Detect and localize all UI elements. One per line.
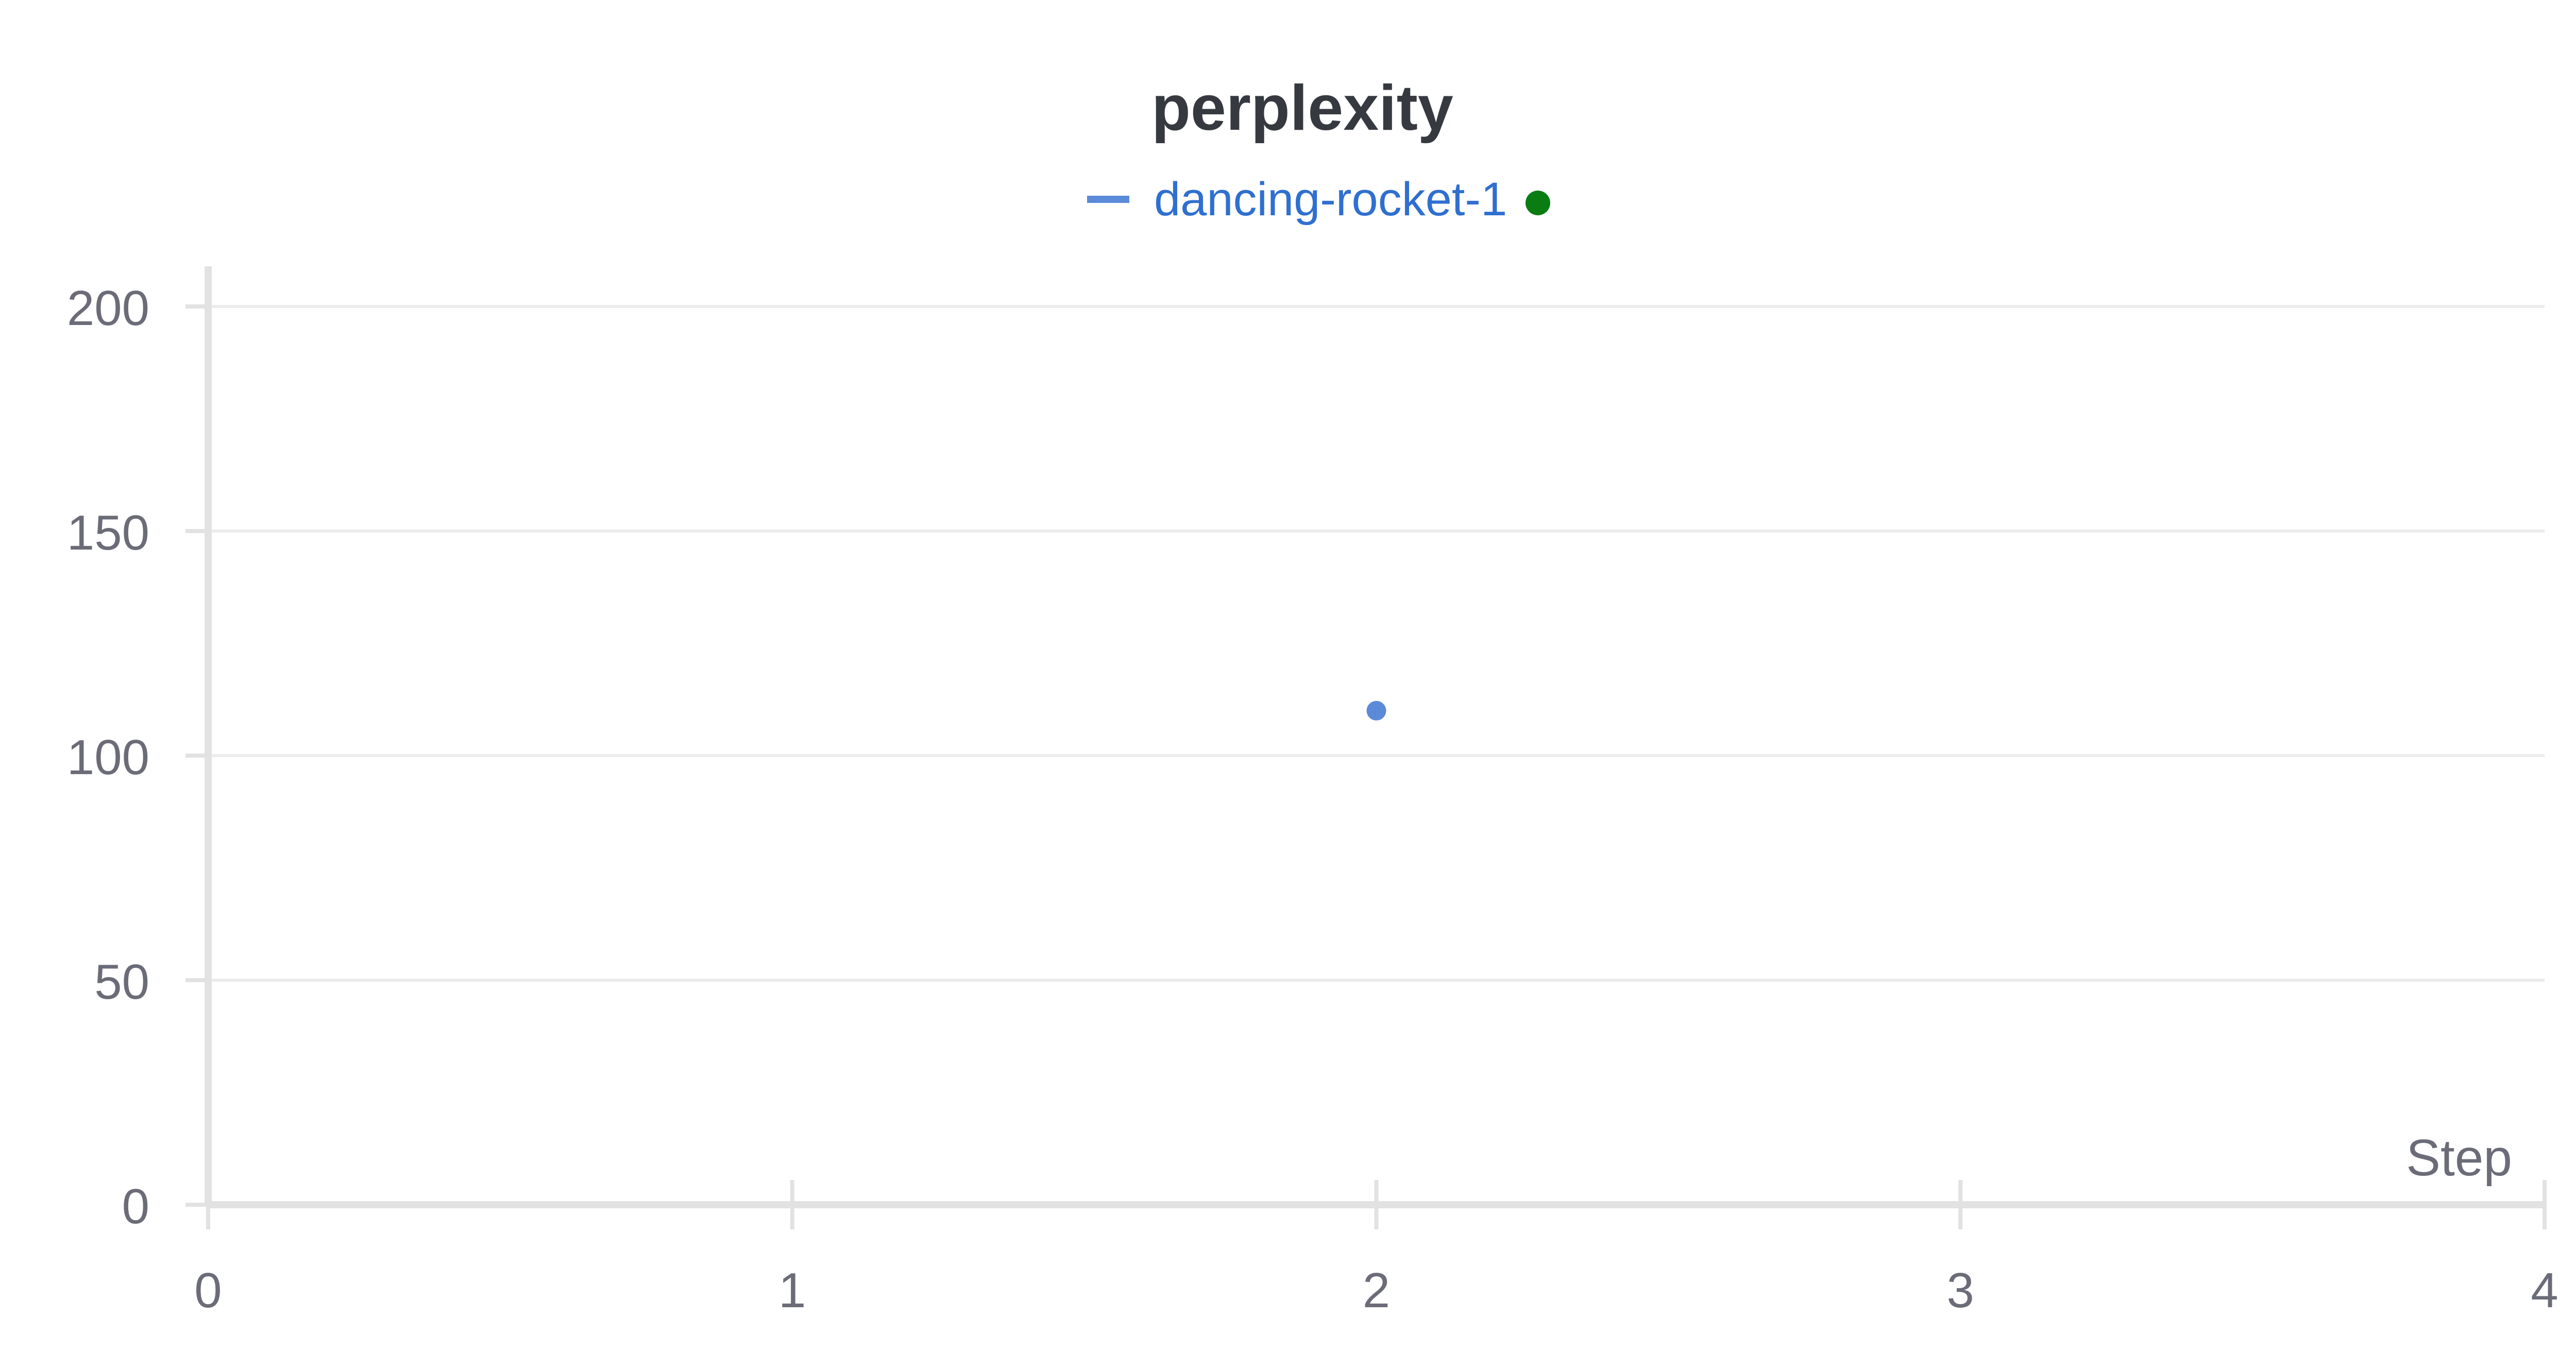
legend-label[interactable]: dancing-rocket-1 [1154, 173, 1507, 226]
x-tick-label: 3 [1947, 1263, 1974, 1318]
x-tick-label: 0 [194, 1263, 222, 1318]
y-tick-label: 150 [67, 505, 149, 560]
perplexity-chart: 0 50 100 150 200 0 1 2 3 4 perplexity dancing-roc… [67, 73, 2558, 1318]
x-axis-title: Step [2406, 1129, 2512, 1187]
y-tick-label: 50 [94, 954, 149, 1010]
y-tick-label: 200 [67, 281, 149, 336]
legend[interactable]: dancing-rocket-1 [1087, 173, 1550, 226]
grid-lines [208, 305, 2545, 982]
x-tick-label: 1 [778, 1263, 806, 1318]
y-tick-label: 0 [122, 1179, 149, 1234]
legend-status-dot [1526, 191, 1550, 215]
axes [185, 266, 2547, 1229]
chart-title: perplexity [1151, 73, 1453, 144]
y-tick-label: 100 [67, 730, 149, 785]
tick-labels: 0 50 100 150 200 0 1 2 3 4 [67, 281, 2558, 1318]
x-tick-label: 4 [2531, 1263, 2558, 1318]
x-tick-label: 2 [1363, 1263, 1390, 1318]
data-points [1366, 700, 1386, 721]
data-point[interactable] [1366, 700, 1386, 721]
